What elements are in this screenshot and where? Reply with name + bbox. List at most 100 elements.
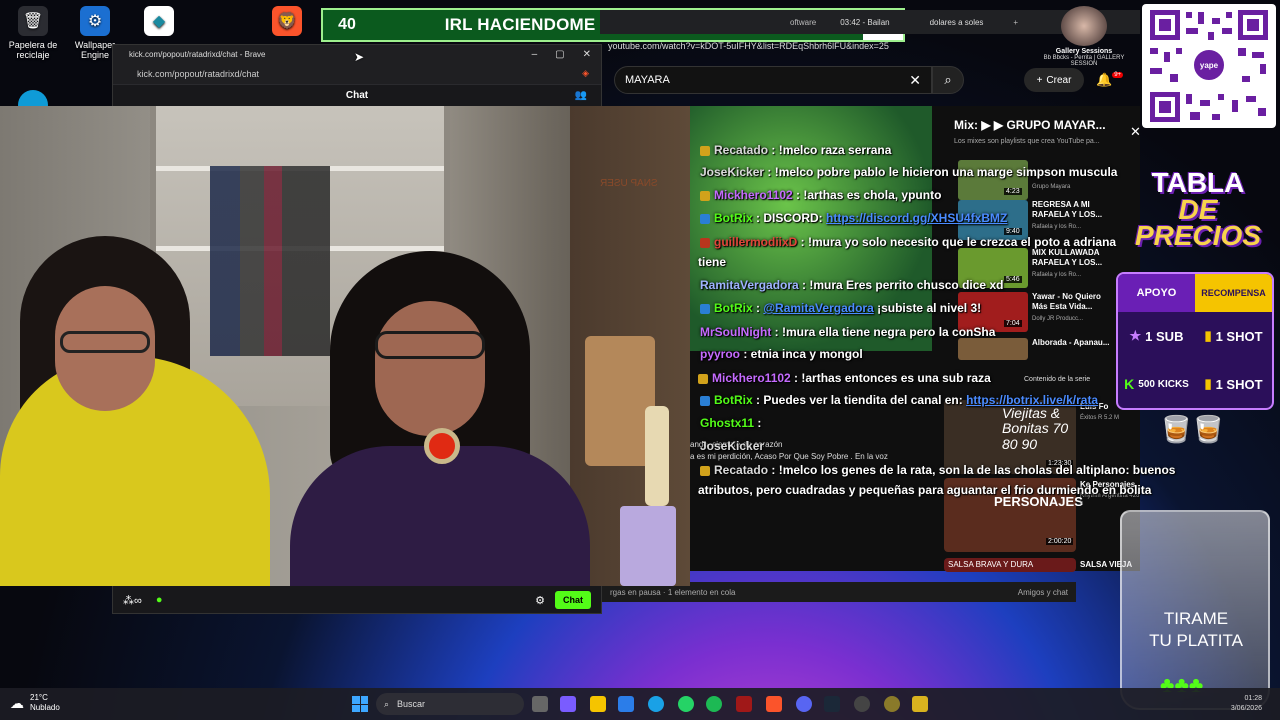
whatsapp-icon[interactable] (678, 696, 694, 712)
chat-username[interactable]: Recatado (714, 463, 768, 477)
edge-icon[interactable] (648, 696, 664, 712)
chat-link[interactable]: @RamitaVergadora (763, 301, 873, 315)
browser-tab[interactable]: dolares a soles (930, 18, 984, 27)
webcam-feed: SNAP USER (0, 106, 690, 586)
task-view-icon[interactable] (532, 696, 548, 712)
chat-username[interactable]: Mickhero1102 (712, 371, 791, 385)
video-meta: Éxitos R 5.2 M (1080, 415, 1120, 421)
app-icon[interactable] (884, 696, 900, 712)
chat-message: atributos, pero cuadradas y pequeñas par… (698, 482, 1151, 499)
shot-glass-icon: ▮ (1204, 328, 1212, 343)
file-explorer-icon[interactable] (590, 696, 606, 712)
address-text: kick.com/popout/ratadrixd/chat (137, 68, 260, 79)
notifications-icon[interactable]: 🔔 9+ (1096, 72, 1124, 88)
chat-username[interactable]: JoseKicker (700, 439, 764, 453)
chat-username[interactable]: JoseKicker (700, 165, 764, 179)
chat-username[interactable]: Recatado (714, 143, 768, 157)
create-button[interactable]: + Crear (1024, 68, 1084, 92)
chat-text: : !arthas entonces es una sub raza (790, 371, 991, 385)
recycle-bin-icon: 🗑 (18, 6, 48, 36)
chat-link[interactable]: https://botrix.live/k/rata (966, 393, 1098, 407)
brave-shield-icon[interactable]: ◈ (582, 68, 589, 79)
chat-username[interactable]: BotRix (714, 211, 753, 225)
chat-message: Mickhero1102 : !arthas es chola, ypunto (700, 187, 941, 204)
price-row: K 500 KICKS ▮ 1 SHOT (1118, 360, 1272, 408)
desktop-icon-brave[interactable]: 🦁 (254, 6, 320, 40)
store-icon[interactable] (618, 696, 634, 712)
start-button[interactable] (352, 696, 368, 712)
close-icon[interactable]: ✕ (583, 49, 591, 60)
recommended-video[interactable]: SALSA BRAVA Y DURA SALSA VIEJA (944, 558, 1144, 572)
goal-current-count: 40 (338, 16, 356, 33)
column-reward: RECOMPENSA (1195, 274, 1272, 312)
friends-chat-link[interactable]: Amigos y chat (1018, 588, 1076, 597)
column-label: APOYO (1136, 287, 1177, 299)
user-settings-icon[interactable]: 👥 (575, 90, 587, 101)
browser-tab[interactable]: oftware (790, 18, 816, 27)
new-tab-icon[interactable]: + (1013, 18, 1018, 27)
chat-username[interactable]: tiene (698, 255, 726, 269)
weather-widget[interactable]: ☁ 21°C Nublado (10, 693, 60, 714)
chat-username[interactable]: BotRix (714, 393, 753, 407)
person-right-face (375, 301, 485, 436)
system-clock[interactable]: 01:28 3/06/2026 (1231, 694, 1262, 714)
playlist-title: MIX KULLAWADA RAFAELA Y LOS... (1032, 248, 1103, 267)
chat-username[interactable]: Ghostx11 (700, 416, 754, 430)
chat-badge-icon (700, 395, 710, 406)
close-icon[interactable]: ✕ (1130, 124, 1141, 140)
app-icon[interactable] (912, 696, 928, 712)
chat-username[interactable]: MrSoulNight (700, 325, 771, 339)
duration: 7:04 (1004, 320, 1022, 327)
chat-username[interactable]: atributos, pero cuadradas y pequeñas par… (698, 483, 1151, 497)
series-chip[interactable]: Contenido de la serie (1024, 376, 1090, 383)
search-button[interactable]: ⌕ (932, 66, 964, 94)
duration: 2:00:20 (1046, 538, 1074, 545)
brave-icon[interactable] (766, 696, 782, 712)
reward-value: 1 SHOT (1215, 376, 1263, 392)
send-chat-button[interactable]: Chat (555, 591, 591, 609)
youtube-search-input[interactable]: MAYARA ✕ (614, 66, 932, 94)
price-cell: ▮ 1 SHOT (1195, 376, 1272, 392)
kick-logo-icon[interactable]: ● (156, 594, 163, 606)
download-status: rgas en pausa · 1 elemento en cola (610, 587, 736, 597)
chat-text: : (754, 416, 762, 430)
search-icon: ⌕ (944, 72, 952, 87)
search-icon: ⌕ (384, 698, 390, 709)
steam-icon[interactable] (824, 696, 840, 712)
chat-message: BotRix : Puedes ver la tiendita del cana… (700, 392, 1098, 409)
taskbar-search[interactable]: ⌕ Buscar (376, 693, 524, 715)
chat-badge-icon (700, 145, 710, 156)
hanging-clothes (210, 166, 330, 356)
tip-label-line: TU PLATITA (1149, 631, 1243, 651)
youtube-address-bar[interactable]: youtube.com/watch?v=kDOT-5uIFHY&list=RDE… (608, 38, 908, 54)
copilot-icon[interactable] (560, 696, 576, 712)
spotify-icon[interactable] (706, 696, 722, 712)
chat-message: JoseKicker (700, 438, 764, 455)
desktop-icon-latoplay[interactable]: ◆ (126, 6, 192, 40)
address-bar[interactable]: kick.com/popout/ratadrixd/chat ◈ (113, 63, 601, 85)
game-icon[interactable] (736, 696, 752, 712)
playlist-title: Yawar - No Quiero Más Esta Vida... (1032, 292, 1101, 311)
browser-tab[interactable]: 03:42 - Bailan (840, 18, 889, 27)
chat-link[interactable]: https://discord.gg/XHSU4fxBMZ (826, 211, 1007, 225)
discord-icon[interactable] (796, 696, 812, 712)
maximize-icon[interactable]: ▢ (555, 49, 564, 60)
desktop-icon-recycle-bin[interactable]: 🗑 Papelera de reciclaje (0, 6, 66, 60)
chat-username[interactable]: BotRix (714, 301, 753, 315)
mix-title[interactable]: Mix: ▶ ▶ GRUPO MAYAR... (954, 118, 1106, 132)
bottle (645, 406, 669, 506)
chat-username[interactable]: guillermodiixD (714, 235, 797, 249)
chat-username[interactable]: pyyroo (700, 347, 740, 361)
price-value: 500 KICKS (1138, 378, 1189, 390)
settings-icon[interactable]: ⚙ (535, 594, 545, 607)
chat-username[interactable]: RamitaVergadora (700, 278, 799, 292)
clear-search-icon[interactable]: ✕ (909, 72, 921, 89)
obs-icon[interactable] (854, 696, 870, 712)
plus-icon: + (1036, 74, 1043, 86)
minimize-icon[interactable]: – (532, 49, 538, 60)
wallpaper-engine-icon: ⚙ (80, 6, 110, 36)
tip-label-line: TIRAME (1163, 609, 1229, 628)
channel-info: Gallery Sessions Bb Bbcks - Perrita | GA… (1030, 6, 1138, 67)
emote-icon[interactable]: ⁂∞ (123, 594, 142, 607)
chat-username[interactable]: Mickhero1102 (714, 188, 793, 202)
